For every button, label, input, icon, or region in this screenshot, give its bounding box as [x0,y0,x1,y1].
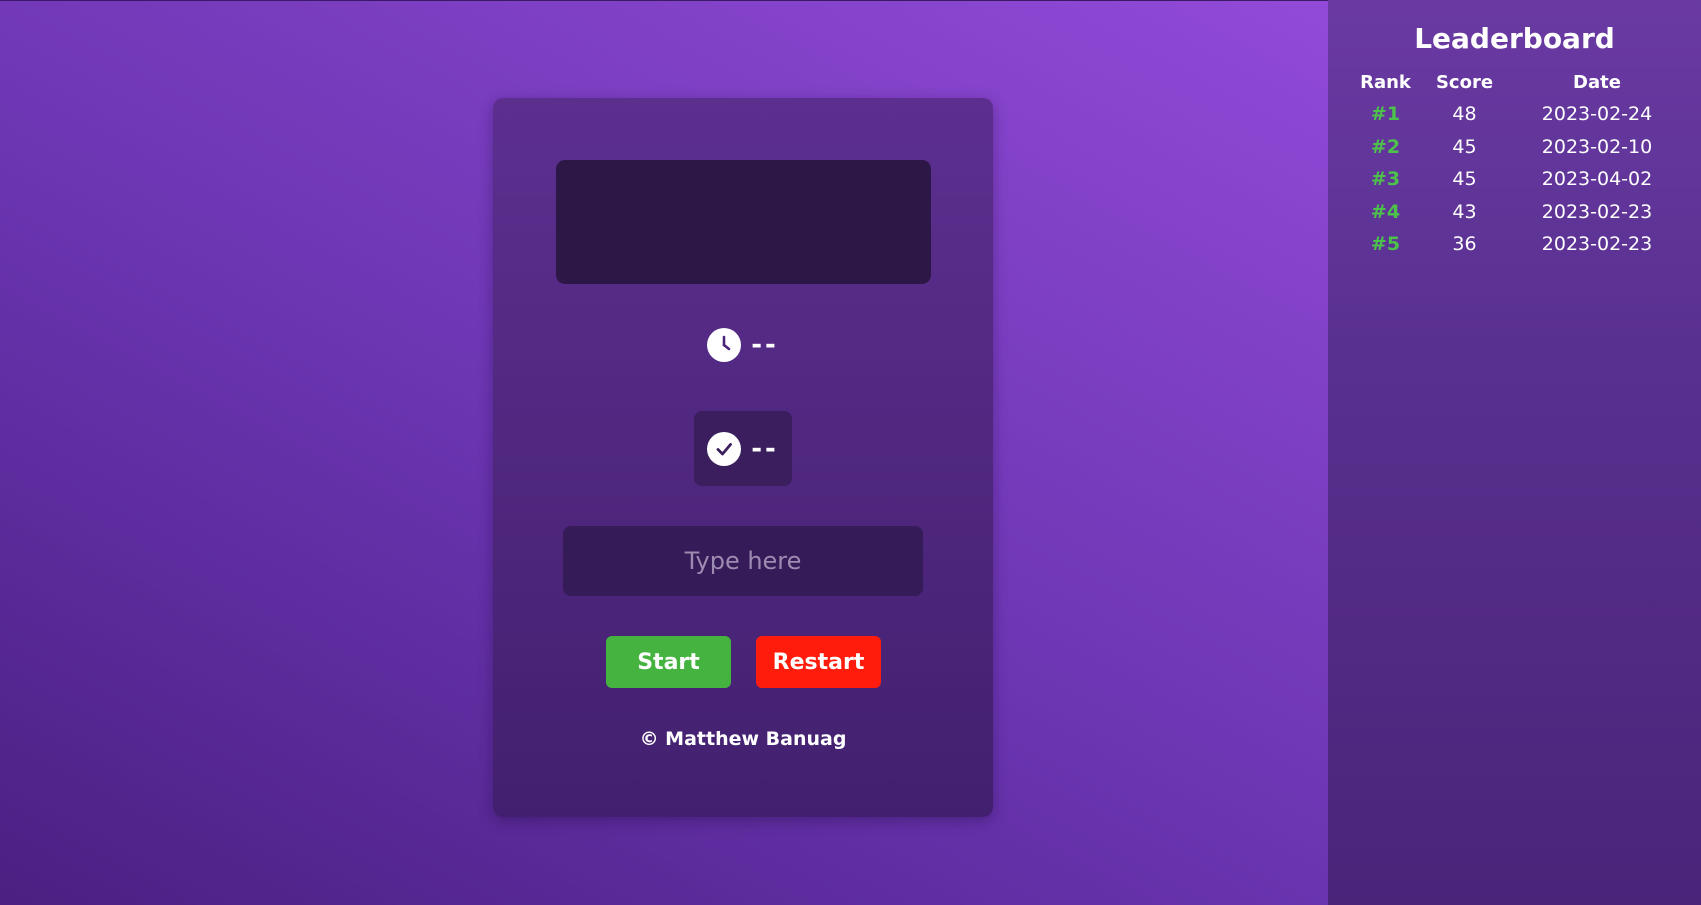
game-card: -- -- Start Restart © Matthew Banuag [493,98,993,817]
date-cell: 2023-02-24 [1541,103,1653,126]
score-cell: 45 [1452,135,1477,158]
leaderboard-title: Leaderboard [1414,22,1615,55]
rank-cell: #4 [1370,200,1401,223]
timer-value: -- [751,330,779,360]
date-cell: 2023-02-23 [1541,233,1653,256]
copyright-text: © Matthew Banuag [639,728,847,750]
typing-input[interactable] [563,526,923,596]
start-button[interactable]: Start [606,636,731,688]
leaderboard-header-row: Rank Score Date [1348,66,1688,98]
date-cell: 2023-02-10 [1541,135,1653,158]
score-cell: 45 [1452,168,1477,191]
column-header-rank: Rank [1360,71,1411,93]
leaderboard-row: #4 43 2023-02-23 [1348,196,1688,229]
score-cell: 43 [1452,200,1477,223]
leaderboard-row: #1 48 2023-02-24 [1348,98,1688,131]
column-header-date: Date [1573,71,1621,93]
timer-display: -- [693,327,793,363]
leaderboard-row: #2 45 2023-02-10 [1348,131,1688,164]
date-cell: 2023-02-23 [1541,200,1653,223]
date-cell: 2023-04-02 [1541,168,1653,191]
score-cell: 48 [1452,103,1477,126]
words-value: -- [751,433,779,464]
leaderboard-row: #3 45 2023-04-02 [1348,163,1688,196]
restart-button[interactable]: Restart [756,636,881,688]
rank-cell: #1 [1370,103,1401,126]
score-cell: 36 [1452,233,1477,256]
clock-icon [707,328,742,362]
rank-cell: #3 [1370,168,1401,191]
check-circle-icon [707,431,742,466]
rank-cell: #2 [1370,135,1401,158]
word-display [556,160,931,284]
leaderboard-panel: Leaderboard Rank Score Date #1 48 2023-0… [1328,0,1701,905]
words-counter: -- [694,411,792,486]
leaderboard-row: #5 36 2023-02-23 [1348,228,1688,261]
column-header-score: Score [1435,71,1494,93]
leaderboard-table: Rank Score Date #1 48 2023-02-24 #2 45 2… [1348,66,1688,261]
rank-cell: #5 [1370,233,1401,256]
